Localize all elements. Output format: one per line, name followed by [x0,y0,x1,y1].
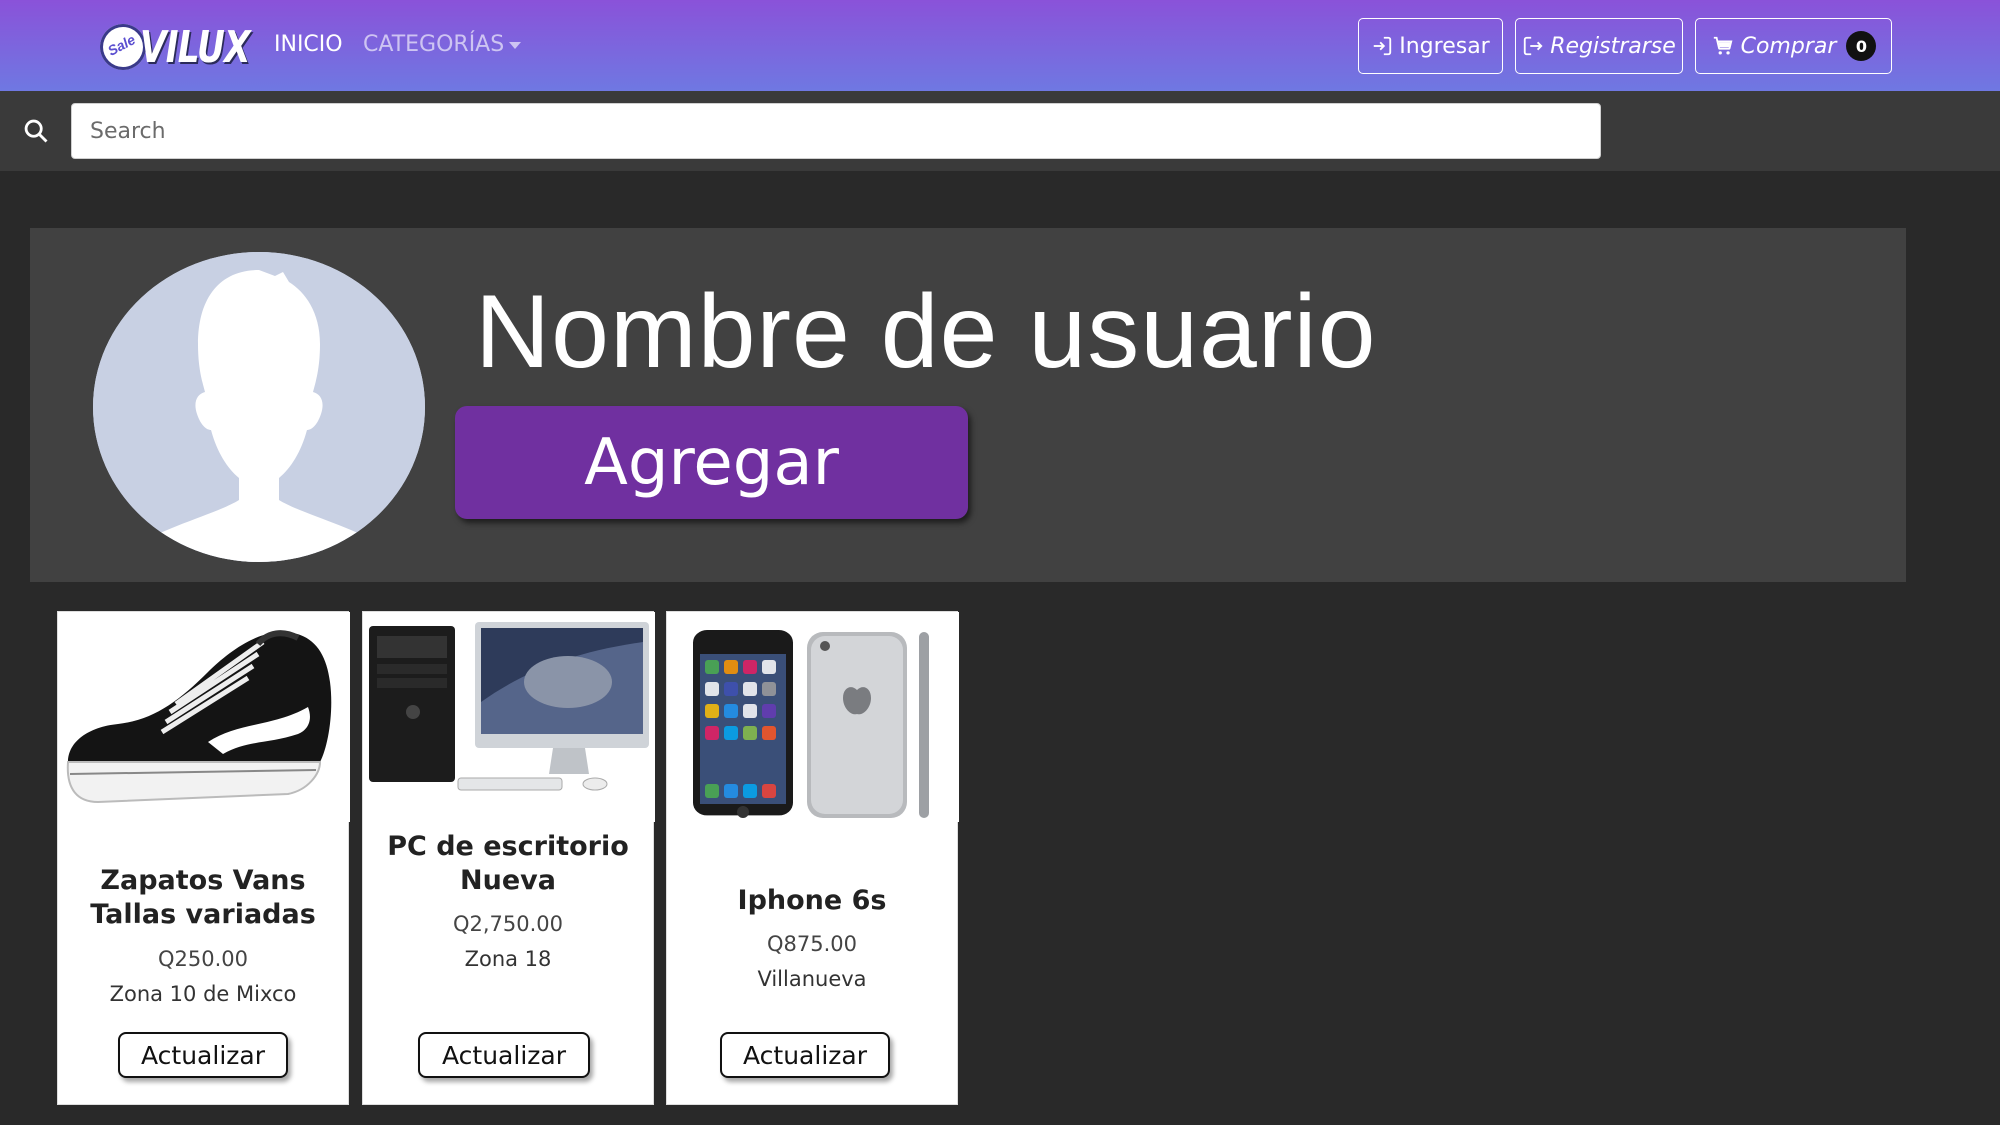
comprar-label: Comprar [1740,33,1837,59]
nav-dropdown-categorias[interactable]: CATEGORÍAS [363,32,522,57]
product-location: Zona 10 de Mixco [109,982,297,1006]
nav-categorias-label: CATEGORÍAS [363,32,505,57]
iphone-image [667,612,959,822]
caret-down-icon [509,41,522,49]
sneaker-image [58,612,350,822]
product-location: Villanueva [757,967,867,991]
logo-badge-text: Sale [104,31,138,59]
registrarse-button[interactable]: Registrarse [1515,18,1683,74]
search-input[interactable] [71,103,1601,159]
ingresar-label: Ingresar [1399,33,1490,59]
registrarse-label: Registrarse [1550,33,1676,59]
product-location: Zona 18 [464,947,552,971]
update-product-button[interactable]: Actualizar [720,1032,890,1078]
product-card: Zapatos Vans Tallas variadas Q250.00 Zon… [57,611,350,1105]
product-title: Zapatos Vans Tallas variadas [90,865,316,930]
signup-icon [1524,36,1543,56]
product-card: Iphone 6s Q875.00 Villanueva Actualizar [666,611,959,1105]
username-heading: Nombre de usuario [475,274,1377,390]
product-price: Q875.00 [766,932,857,956]
cart-icon [1713,36,1733,55]
product-title: PC de escritorio Nueva [387,831,629,896]
product-price: Q250.00 [157,947,248,971]
profile-header: Nombre de usuario Agregar [30,228,1906,582]
cart-count-badge: 0 [1846,31,1877,61]
comprar-button[interactable]: Comprar 0 [1695,18,1892,74]
avatar [93,252,425,562]
login-icon [1374,36,1392,56]
brand-logo[interactable]: Sale VILUX [100,21,281,73]
product-card: PC de escritorio Nueva Q2,750.00 Zona 18… [362,611,655,1105]
top-navbar: Sale VILUX INICIO CATEGORÍAS Ingresar Re… [0,0,2000,91]
desktop-pc-image [363,612,655,822]
add-product-button[interactable]: Agregar [455,406,968,519]
ingresar-button[interactable]: Ingresar [1358,18,1503,74]
update-product-button[interactable]: Actualizar [418,1032,590,1078]
product-title: Iphone 6s [737,885,887,916]
search-bar [0,91,2000,171]
update-product-button[interactable]: Actualizar [118,1032,288,1078]
search-icon[interactable] [22,117,50,145]
logo-text: VILUX [140,21,251,73]
product-price: Q2,750.00 [452,912,564,936]
user-silhouette-icon [93,252,425,562]
nav-link-inicio[interactable]: INICIO [274,32,343,57]
